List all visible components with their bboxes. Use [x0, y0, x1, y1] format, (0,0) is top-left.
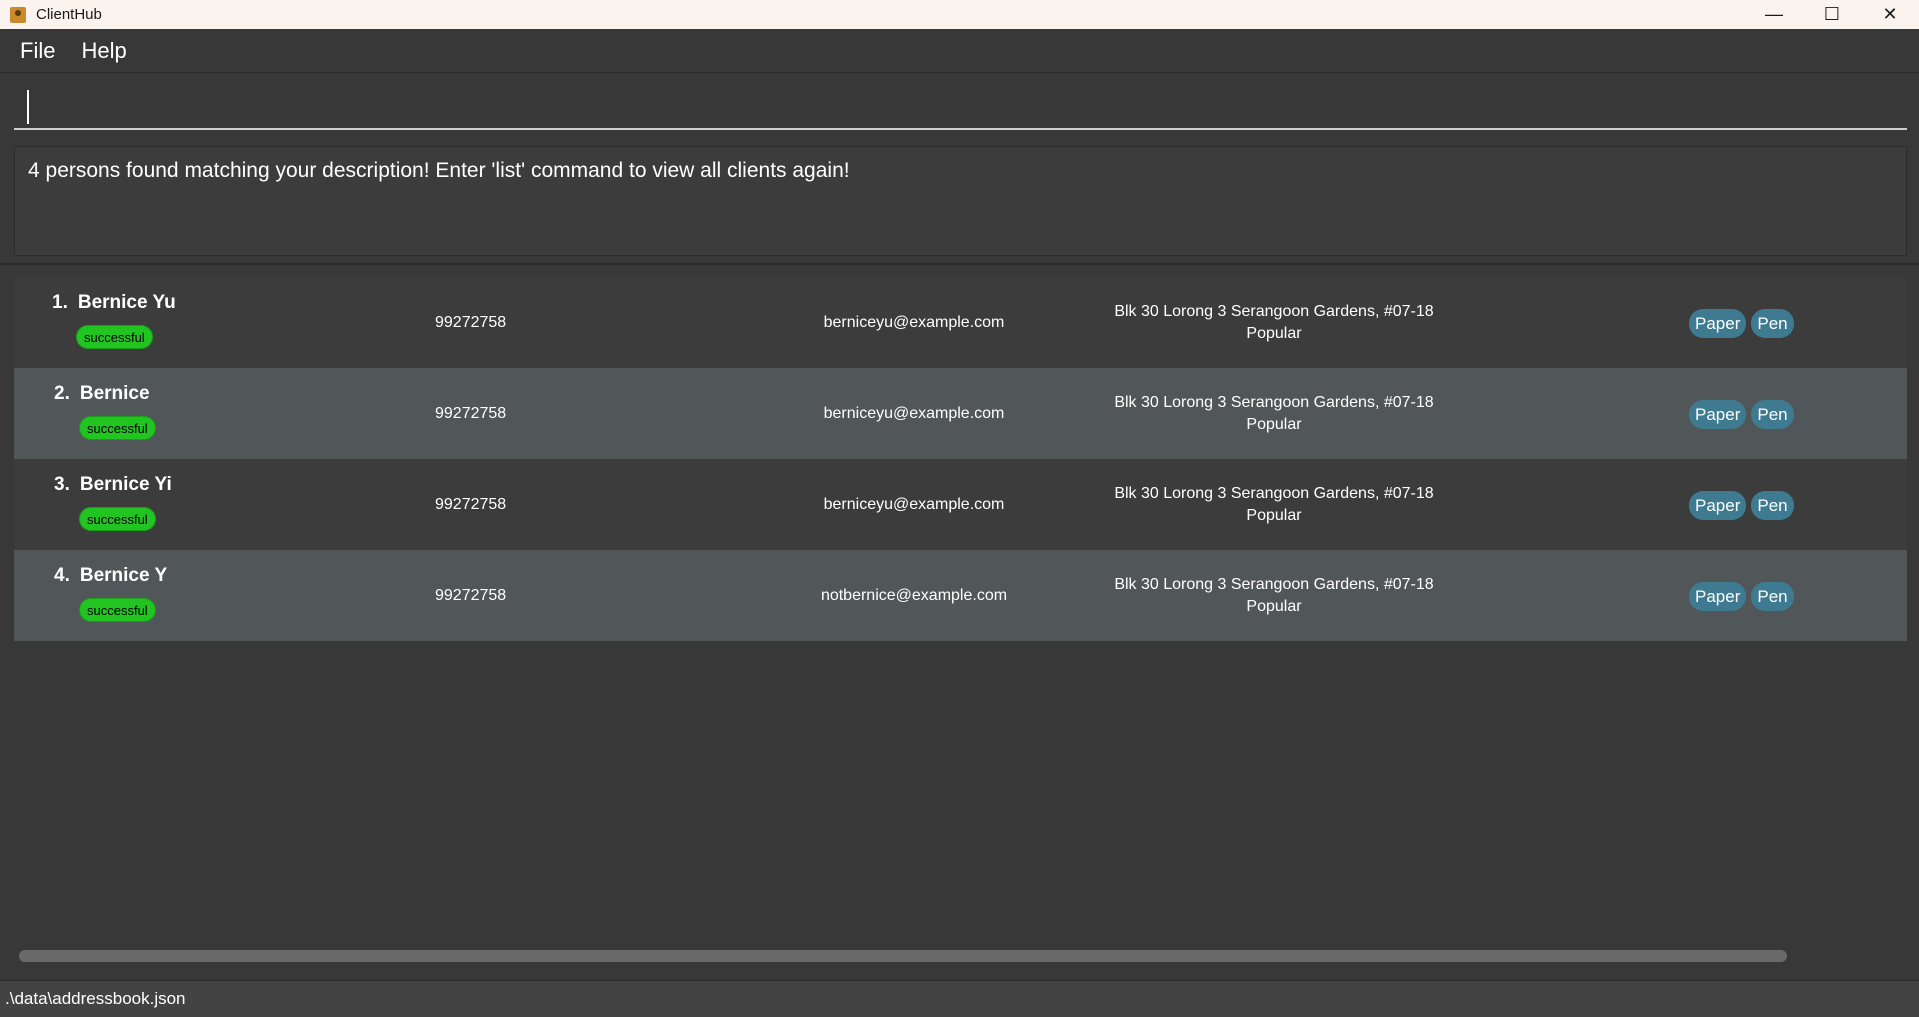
- person-remark: Popular: [1246, 416, 1302, 433]
- tag: Paper: [1689, 400, 1747, 429]
- person-card[interactable]: 2. Bernice successful 99272758 berniceyu…: [14, 368, 1907, 459]
- person-name: Bernice Y: [79, 565, 168, 586]
- tag: Pen: [1751, 582, 1794, 611]
- window-controls: — ☐ ✕: [1745, 0, 1919, 29]
- person-index: 4.: [54, 565, 70, 586]
- title-bar: ClientHub — ☐ ✕: [0, 0, 1919, 29]
- tag: Paper: [1689, 491, 1747, 520]
- person-address-block: Blk 30 Lorong 3 Serangoon Gardens, #07-1…: [1064, 574, 1484, 618]
- person-index: 3.: [54, 474, 70, 495]
- person-email: berniceyu@example.com: [823, 495, 1005, 513]
- status-bar: .\data\addressbook.json: [0, 980, 1919, 1017]
- command-box: [14, 82, 1907, 130]
- horizontal-scrollbar[interactable]: [19, 950, 1787, 962]
- person-list[interactable]: 1. Bernice Yu successful 99272758 bernic…: [14, 277, 1907, 641]
- name-row: 3. Bernice Yi: [54, 474, 172, 496]
- menu-file[interactable]: File: [10, 38, 65, 64]
- person-address: Blk 30 Lorong 3 Serangoon Gardens, #07-1…: [1114, 485, 1434, 502]
- tag: Pen: [1751, 309, 1794, 338]
- person-name: Bernice Yi: [79, 474, 172, 495]
- minimize-button[interactable]: —: [1745, 0, 1803, 29]
- person-address: Blk 30 Lorong 3 Serangoon Gardens, #07-1…: [1114, 394, 1434, 411]
- person-remark: Popular: [1246, 507, 1302, 524]
- person-address-block: Blk 30 Lorong 3 Serangoon Gardens, #07-1…: [1064, 301, 1484, 345]
- close-button[interactable]: ✕: [1861, 0, 1919, 29]
- tag: Pen: [1751, 491, 1794, 520]
- data-file-path: .\data\addressbook.json: [5, 989, 186, 1008]
- person-index: 1.: [52, 292, 68, 313]
- maximize-button[interactable]: ☐: [1803, 0, 1861, 29]
- divider: [0, 263, 1919, 265]
- address-book-icon: [10, 6, 26, 23]
- person-card[interactable]: 4. Bernice Y successful 99272758 notbern…: [14, 550, 1907, 641]
- status-badge: successful: [79, 507, 156, 531]
- status-badge: successful: [76, 325, 153, 349]
- tag: Paper: [1689, 582, 1747, 611]
- menu-help[interactable]: Help: [71, 38, 136, 64]
- tag-list: Paper Pen: [1689, 491, 1794, 520]
- text-caret: [27, 90, 29, 124]
- person-phone: 99272758: [435, 495, 507, 513]
- tag: Pen: [1751, 400, 1794, 429]
- person-phone: 99272758: [435, 586, 507, 604]
- person-phone: 99272758: [435, 313, 507, 331]
- result-display[interactable]: 4 persons found matching your descriptio…: [14, 146, 1907, 256]
- person-card[interactable]: 1. Bernice Yu successful 99272758 bernic…: [14, 277, 1907, 368]
- person-address-block: Blk 30 Lorong 3 Serangoon Gardens, #07-1…: [1064, 483, 1484, 527]
- tag: Paper: [1689, 309, 1747, 338]
- status-badge: successful: [79, 416, 156, 440]
- command-input[interactable]: [14, 82, 1907, 128]
- person-card[interactable]: 3. Bernice Yi successful 99272758 bernic…: [14, 459, 1907, 550]
- person-address-block: Blk 30 Lorong 3 Serangoon Gardens, #07-1…: [1064, 392, 1484, 436]
- person-email: notbernice@example.com: [820, 586, 1008, 604]
- menu-bar: File Help: [0, 29, 1919, 73]
- status-badge: successful: [79, 598, 156, 622]
- tag-list: Paper Pen: [1689, 309, 1794, 338]
- window-title: ClientHub: [36, 6, 102, 23]
- tag-list: Paper Pen: [1689, 582, 1794, 611]
- name-row: 2. Bernice: [54, 383, 150, 405]
- person-phone: 99272758: [435, 404, 507, 422]
- result-message: 4 persons found matching your descriptio…: [28, 159, 850, 182]
- person-index: 2.: [54, 383, 70, 404]
- name-row: 4. Bernice Y: [54, 565, 167, 587]
- person-address: Blk 30 Lorong 3 Serangoon Gardens, #07-1…: [1114, 576, 1434, 593]
- name-row: 1. Bernice Yu: [52, 292, 176, 314]
- person-email: berniceyu@example.com: [823, 313, 1005, 331]
- person-name: Bernice Yu: [77, 292, 176, 313]
- person-remark: Popular: [1246, 325, 1302, 342]
- person-name: Bernice: [79, 383, 150, 404]
- person-remark: Popular: [1246, 598, 1302, 615]
- person-address: Blk 30 Lorong 3 Serangoon Gardens, #07-1…: [1114, 303, 1434, 320]
- tag-list: Paper Pen: [1689, 400, 1794, 429]
- person-email: berniceyu@example.com: [823, 404, 1005, 422]
